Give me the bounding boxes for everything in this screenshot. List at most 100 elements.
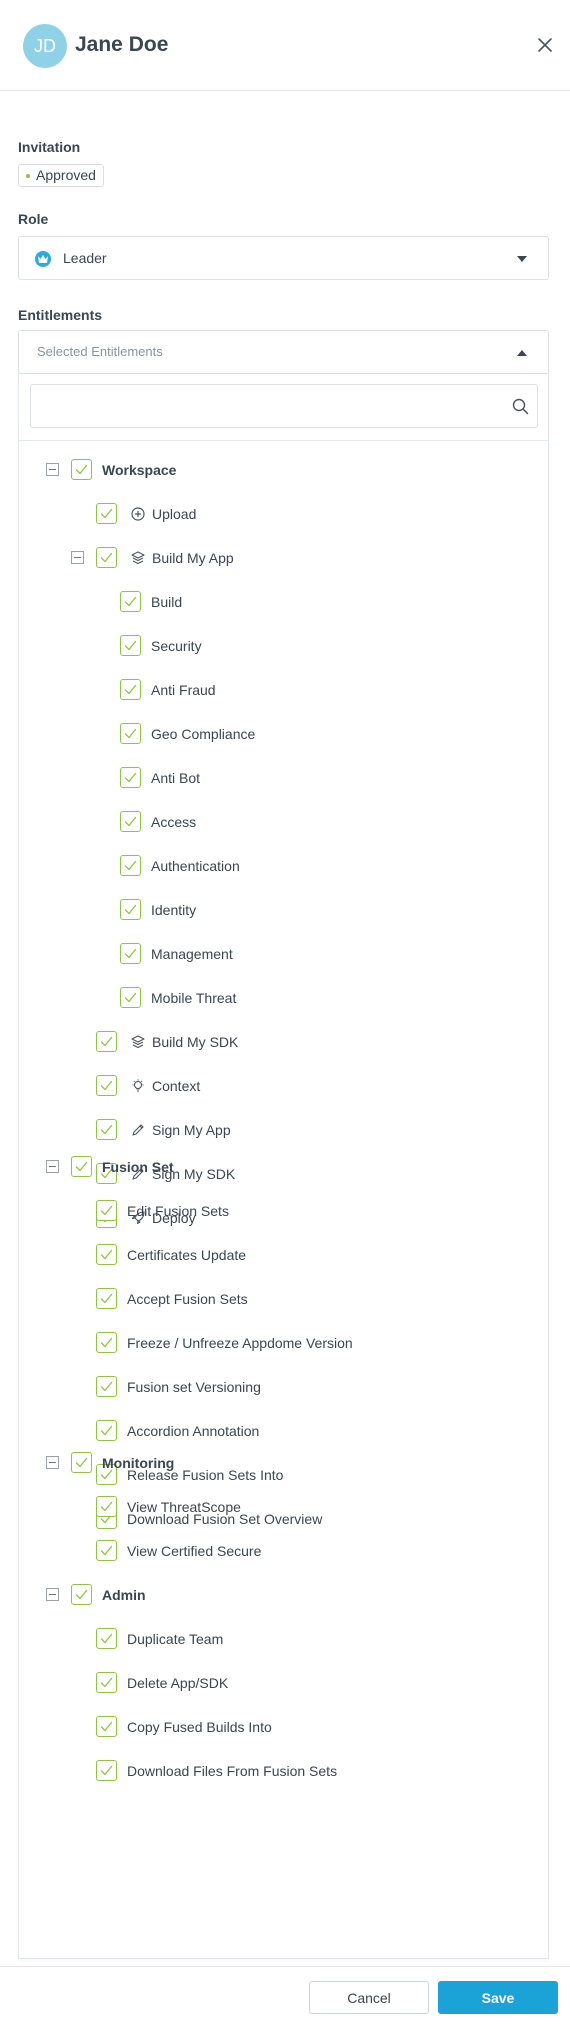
tree-item[interactable]: Download Files From Fusion Sets (19, 1757, 548, 1787)
tree-subitem[interactable]: Identity (19, 896, 548, 926)
tree-subitem[interactable]: Anti Fraud (19, 676, 548, 706)
tree-item[interactable]: Copy Fused Builds Into (19, 1713, 548, 1743)
tree-item[interactable]: Accept Fusion Sets (19, 1285, 548, 1315)
node-label: Accept Fusion Sets (127, 1291, 248, 1307)
crown-icon (35, 251, 51, 267)
tree-item[interactable]: Edit Fusion Sets (19, 1197, 548, 1227)
checkbox[interactable] (71, 459, 92, 480)
collapse-toggle-icon[interactable] (71, 551, 84, 564)
tree-subitem[interactable]: Build (19, 588, 548, 618)
node-label: Fusion set Versioning (127, 1379, 261, 1395)
checkbox[interactable] (120, 899, 141, 920)
tree-item[interactable]: Build My SDK (19, 1028, 548, 1058)
checkbox[interactable] (96, 1760, 117, 1781)
close-icon[interactable] (535, 35, 555, 55)
tree-item[interactable]: Freeze / Unfreeze Appdome Version (19, 1329, 548, 1359)
checkbox[interactable] (120, 811, 141, 832)
tree-group-workspace[interactable]: Workspace (19, 456, 548, 486)
checkbox[interactable] (96, 503, 117, 524)
node-label: Fusion Set (102, 1159, 174, 1175)
save-button[interactable]: Save (438, 1981, 558, 2014)
node-label: Edit Fusion Sets (127, 1203, 229, 1219)
checkbox[interactable] (96, 1244, 117, 1265)
node-label: Monitoring (102, 1455, 175, 1471)
tree-item[interactable]: Accordion Annotation (19, 1417, 548, 1447)
node-label: Workspace (102, 462, 177, 478)
tree-item[interactable]: Fusion set Versioning (19, 1373, 548, 1403)
tree-item[interactable]: Upload (19, 500, 548, 530)
tree-item[interactable]: View ThreatScope (19, 1493, 548, 1523)
modal-header: JD Jane Doe (0, 0, 570, 91)
checkbox[interactable] (96, 1376, 117, 1397)
tree-subitem[interactable]: Anti Bot (19, 764, 548, 794)
tree-item[interactable]: Certificates Update (19, 1241, 548, 1271)
divider (19, 440, 548, 441)
checkbox[interactable] (120, 767, 141, 788)
tree-item[interactable]: Sign My App (19, 1116, 548, 1146)
tree-subitem[interactable]: Access (19, 808, 548, 838)
checkbox[interactable] (96, 1200, 117, 1221)
checkbox[interactable] (120, 943, 141, 964)
tree-subitem[interactable]: Authentication (19, 852, 548, 882)
collapse-toggle-icon[interactable] (46, 1456, 59, 1469)
tree-group-fusion-set[interactable]: Fusion Set (19, 1153, 548, 1183)
checkbox[interactable] (96, 1540, 117, 1561)
avatar: JD (23, 24, 67, 68)
node-label: Authentication (151, 858, 240, 874)
cancel-button[interactable]: Cancel (309, 1981, 429, 2014)
node-label: Certificates Update (127, 1247, 247, 1263)
invitation-label: Invitation (18, 139, 81, 155)
tree-group-admin[interactable]: Admin (19, 1581, 548, 1611)
checkbox[interactable] (96, 1716, 117, 1737)
checkbox[interactable] (71, 1584, 92, 1605)
node-label: Accordion Annotation (127, 1423, 260, 1439)
checkbox[interactable] (96, 1332, 117, 1353)
tree-item[interactable]: Duplicate Team (19, 1625, 548, 1655)
checkbox[interactable] (96, 1075, 117, 1096)
node-label: Security (151, 638, 202, 654)
checkbox[interactable] (96, 1288, 117, 1309)
checkbox[interactable] (96, 1420, 117, 1441)
checkbox[interactable] (120, 635, 141, 656)
checkbox[interactable] (96, 1672, 117, 1693)
checkbox[interactable] (120, 591, 141, 612)
search-input[interactable] (31, 385, 501, 427)
checkbox[interactable] (96, 1628, 117, 1649)
checkbox[interactable] (71, 1156, 92, 1177)
checkbox[interactable] (120, 679, 141, 700)
checkbox[interactable] (120, 855, 141, 876)
tree-subitem[interactable]: Mobile Threat (19, 984, 548, 1014)
entitlements-select[interactable]: Selected Entitlements (18, 330, 549, 374)
tree-subitem[interactable]: Geo Compliance (19, 720, 548, 750)
tree-item[interactable]: Context (19, 1072, 548, 1102)
checkbox[interactable] (96, 1496, 117, 1517)
caret-up-icon (517, 350, 527, 356)
search-box (30, 384, 538, 428)
node-label: Download Files From Fusion Sets (127, 1763, 338, 1779)
tree-item[interactable]: Build My App (19, 544, 548, 574)
checkbox[interactable] (96, 1031, 117, 1052)
role-select[interactable]: Leader (18, 236, 549, 280)
collapse-toggle-icon[interactable] (46, 1160, 59, 1173)
tree-item[interactable]: View Certified Secure (19, 1537, 548, 1567)
checkbox[interactable] (120, 987, 141, 1008)
tree-subitem[interactable]: Security (19, 632, 548, 662)
collapse-toggle-icon[interactable] (46, 463, 59, 476)
checkbox[interactable] (71, 1452, 92, 1473)
entitlements-placeholder: Selected Entitlements (37, 344, 163, 359)
checkbox[interactable] (96, 547, 117, 568)
collapse-toggle-icon[interactable] (46, 1588, 59, 1601)
tree-item[interactable]: Delete App/SDK (19, 1669, 548, 1699)
node-label: Anti Bot (151, 770, 201, 786)
checkbox[interactable] (120, 723, 141, 744)
node-label: Geo Compliance (151, 726, 256, 742)
search-icon[interactable] (512, 398, 529, 415)
node-label: Mobile Threat (151, 990, 237, 1006)
modal-footer: Cancel Save (0, 1966, 570, 2030)
tree-group-monitoring[interactable]: Monitoring (19, 1449, 548, 1479)
status-dot (26, 173, 30, 178)
tree-subitem[interactable]: Management (19, 940, 548, 970)
checkbox[interactable] (96, 1119, 117, 1140)
node-label: Access (151, 814, 197, 830)
node-label: Sign My App (152, 1122, 231, 1138)
